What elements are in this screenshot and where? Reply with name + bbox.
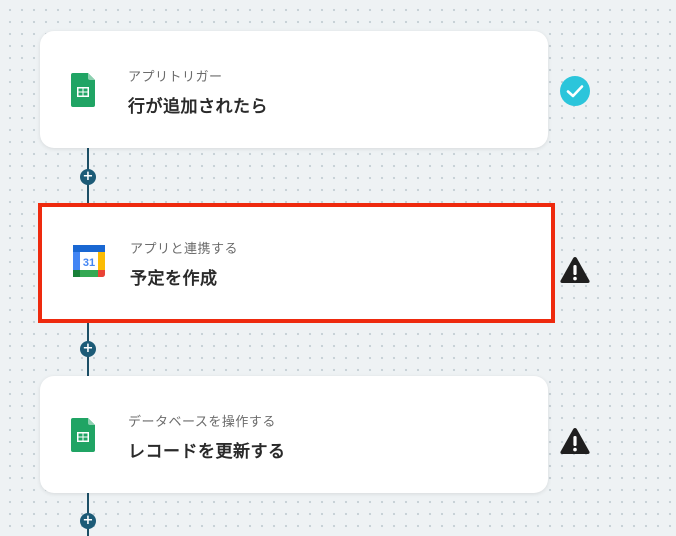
flow-step-card-create-event[interactable]: 31 アプリと連携する 予定を作成 [38, 203, 555, 323]
flow-canvas: + + + アプリトリガー 行が追加されたら 31 アプリと連携する 予定を作成… [0, 0, 676, 536]
warning-triangle-icon [559, 425, 591, 457]
google-calendar-icon: 31 [73, 245, 105, 279]
step-subtitle: アプリと連携する [130, 242, 239, 257]
flow-step-card-trigger[interactable]: アプリトリガー 行が追加されたら [40, 31, 548, 148]
step-title: 予定を作成 [130, 269, 218, 289]
svg-text:31: 31 [83, 257, 95, 269]
flow-step-card-update-record[interactable]: データベースを操作する レコードを更新する [40, 376, 548, 493]
step-subtitle: アプリトリガー [128, 70, 223, 85]
google-sheets-icon [71, 418, 103, 452]
check-circle-icon [559, 75, 591, 107]
add-step-button[interactable]: + [80, 341, 96, 357]
step-title: レコードを更新する [128, 442, 286, 462]
add-step-button[interactable]: + [80, 169, 96, 185]
add-step-button[interactable]: + [80, 513, 96, 529]
warning-triangle-icon [559, 254, 591, 286]
step-title: 行が追加されたら [128, 97, 268, 117]
step-subtitle: データベースを操作する [128, 415, 276, 430]
google-sheets-icon [71, 73, 103, 107]
